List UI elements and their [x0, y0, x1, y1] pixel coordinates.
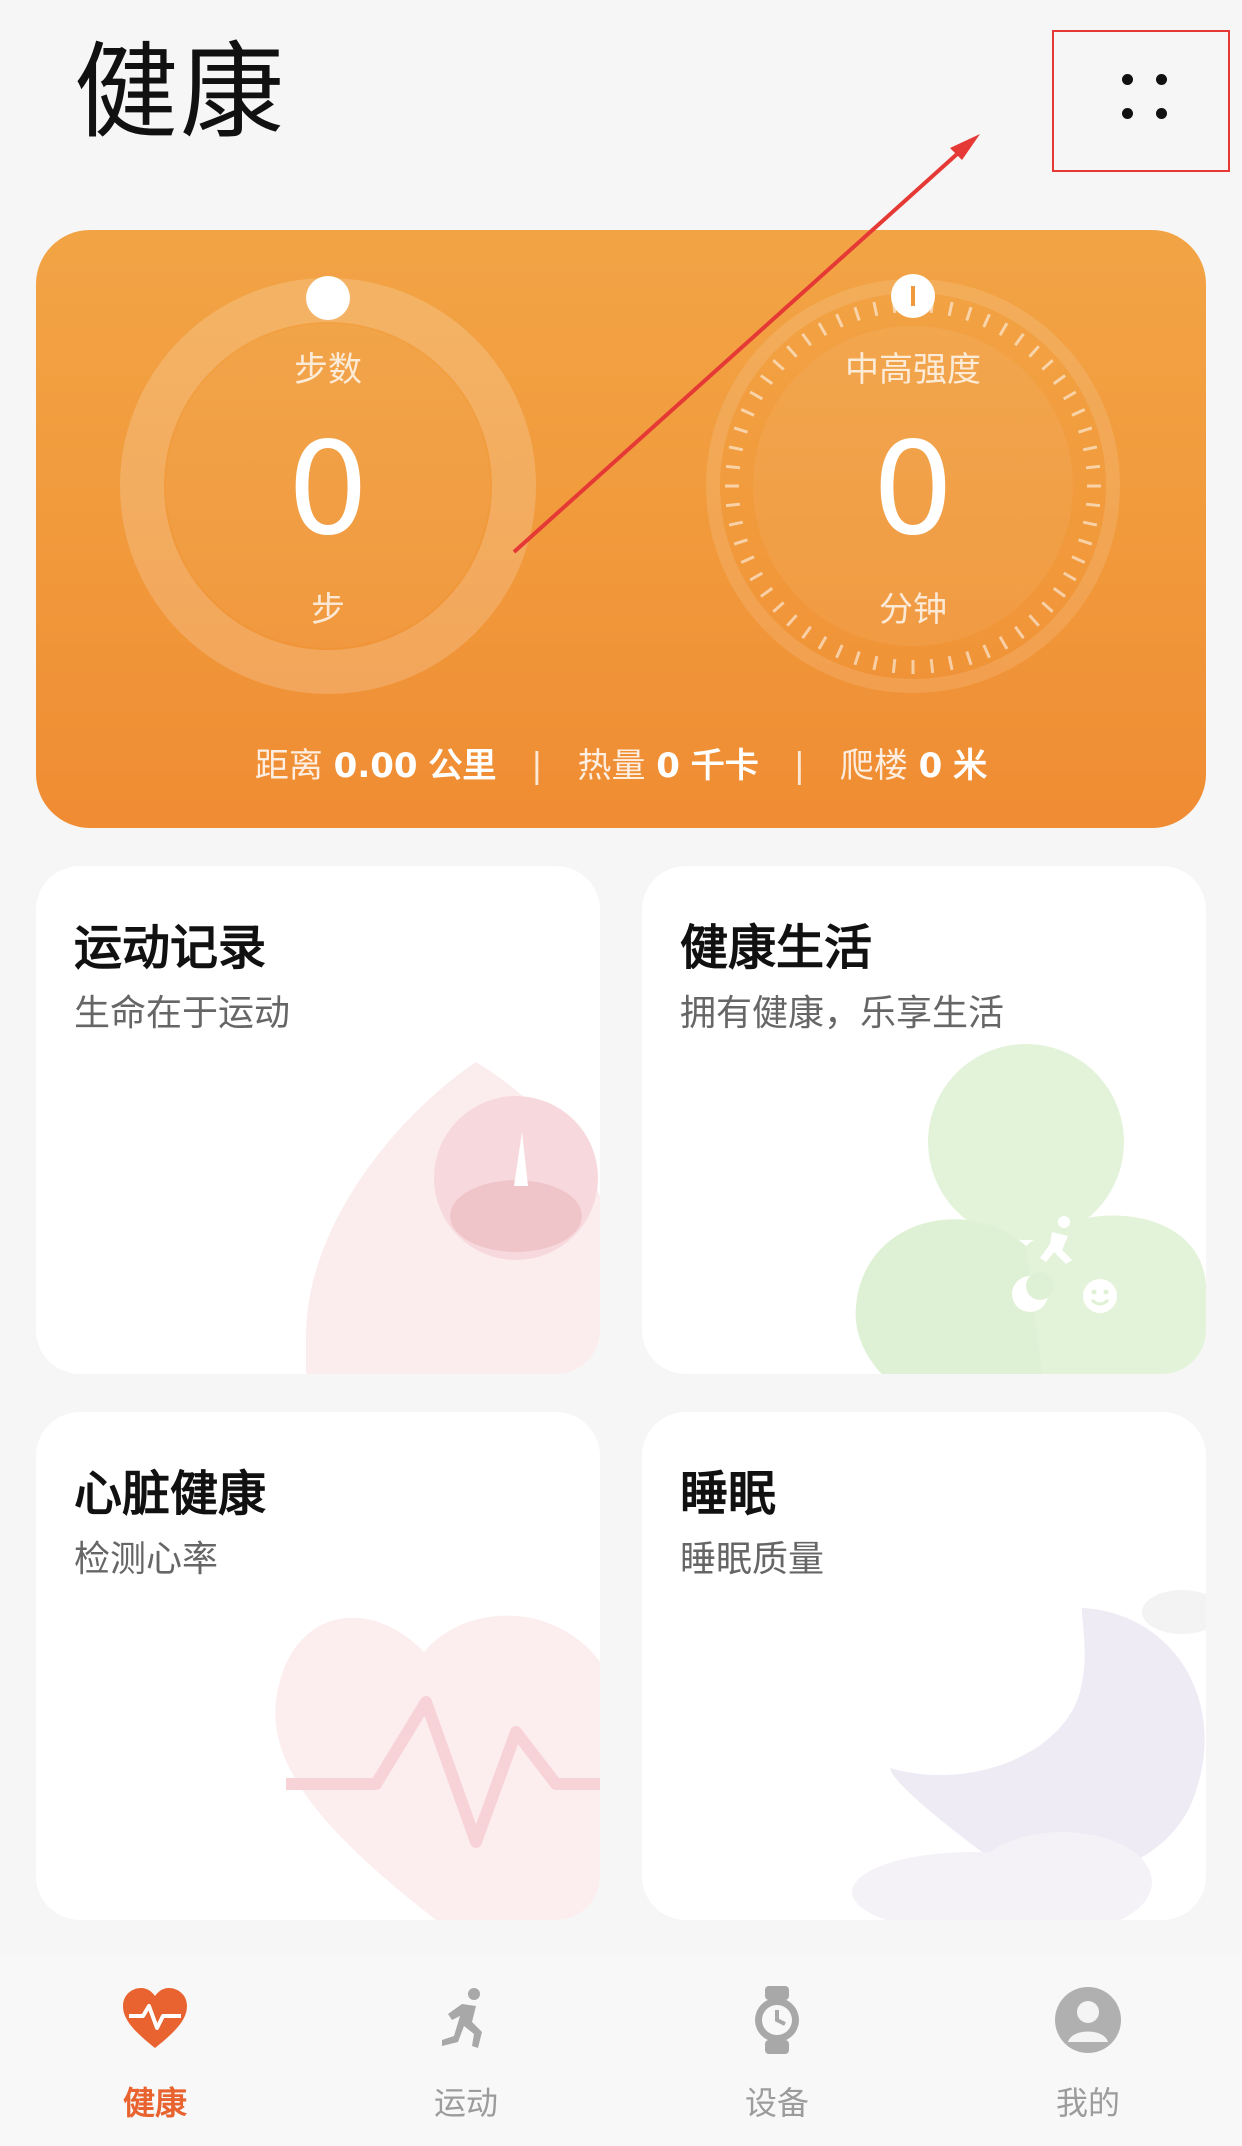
nav-label: 运动: [433, 2084, 498, 2122]
bottom-nav: 健康 运动 设备 我的: [0, 1956, 1242, 2146]
nav-tab-profile[interactable]: 我的: [988, 1986, 1188, 2126]
nav-tab-health[interactable]: 健康: [55, 1986, 255, 2126]
card-subtitle: 生命在于运动: [74, 993, 291, 1034]
dial-tick: [982, 313, 991, 328]
distance-label: 距离: [254, 746, 323, 786]
smile-icon: [1083, 1279, 1117, 1313]
dial-tick: [947, 655, 954, 671]
activity-summary-card[interactable]: 步数 0 步 中高强度 0 分钟 距离 0.00 公里 | 热量 0 千卡 | …: [36, 230, 1206, 828]
card-healthy-living[interactable]: 健康生活 拥有健康，乐享生活: [642, 866, 1206, 1374]
dial-tick: [749, 571, 764, 582]
intensity-value: 0: [872, 415, 954, 564]
dial-tick: [733, 426, 748, 434]
dial-tick: [965, 306, 973, 321]
steps-unit: 步: [311, 590, 345, 630]
watch-icon: [755, 1986, 799, 2054]
nav-tab-exercise[interactable]: 运动: [366, 1986, 566, 2126]
card-subtitle: 拥有健康，乐享生活: [680, 993, 1005, 1034]
card-subtitle: 睡眠质量: [680, 1539, 825, 1580]
floors-label: 爬楼: [839, 746, 908, 786]
dial-tick: [872, 301, 879, 317]
floors-value: 0: [918, 746, 943, 786]
calories-label: 热量: [577, 746, 646, 786]
dial-tick: [1078, 538, 1093, 546]
dial-tick: [1078, 426, 1093, 434]
dial-tick: [1085, 464, 1101, 470]
calories-value: 0: [656, 746, 680, 786]
card-sleep[interactable]: 睡眠 睡眠质量: [642, 1412, 1206, 1920]
dial-tick: [965, 651, 973, 666]
distance-value: 0.00: [333, 746, 418, 786]
dial-tick: [728, 520, 744, 527]
heart-pulse-icon: [123, 1988, 187, 2048]
dial-tick: [733, 538, 748, 546]
steps-value: 0: [287, 415, 369, 564]
card-title: 睡眠: [680, 1466, 777, 1522]
stats-divider: |: [531, 746, 543, 786]
card-subtitle: 检测心率: [74, 1539, 219, 1580]
activity-stats: 距离 0.00 公里 | 热量 0 千卡 | 爬楼 0 米: [36, 738, 1206, 787]
nav-tab-devices[interactable]: 设备: [677, 1986, 877, 2126]
dial-tick: [740, 408, 755, 417]
page-title: 健康: [74, 31, 287, 153]
card-title: 健康生活: [680, 920, 873, 976]
dial-tick: [1082, 445, 1098, 452]
dial-tick: [982, 644, 991, 659]
dial-tick: [853, 306, 861, 321]
nav-label: 设备: [744, 2084, 809, 2122]
floors-unit: 米: [953, 746, 988, 786]
card-title: 心脏健康: [74, 1466, 267, 1522]
dial-tick: [728, 445, 744, 452]
dial-tick: [929, 658, 935, 674]
card-exercise-records[interactable]: 运动记录 生命在于运动: [36, 866, 600, 1374]
nav-label: 我的: [1055, 2084, 1120, 2122]
dial-tick: [835, 313, 844, 328]
dial-tick: [998, 322, 1009, 337]
dial-tick: [1071, 555, 1086, 564]
calories-unit: 千卡: [690, 746, 759, 786]
steps-ring-handle: [306, 276, 350, 320]
stats-divider: |: [793, 746, 806, 786]
more-dots-icon[interactable]: [1108, 64, 1180, 128]
distance-unit: 公里: [428, 746, 497, 786]
dial-tick: [817, 322, 828, 337]
dial-tick: [1062, 390, 1077, 401]
card-title: 运动记录: [74, 920, 267, 976]
dial-tick: [1085, 502, 1101, 508]
steps-label: 步数: [294, 350, 362, 390]
card-heart-health[interactable]: 心脏健康 检测心率: [36, 1412, 600, 1920]
intensity-unit: 分钟: [879, 590, 947, 630]
dial-tick: [725, 502, 741, 508]
profile-icon: [1055, 1987, 1121, 2053]
dial-tick: [740, 555, 755, 564]
nav-label: 健康: [122, 2084, 187, 2122]
dial-tick: [749, 390, 764, 401]
dial-tick: [1062, 571, 1077, 582]
running-icon: [442, 1988, 482, 2048]
dial-tick: [853, 651, 861, 666]
dial-tick: [998, 635, 1009, 650]
dial-tick: [947, 301, 954, 317]
dial-tick: [725, 464, 741, 470]
dial-tick: [891, 658, 897, 674]
intensity-label: 中高强度: [845, 350, 981, 390]
dial-tick: [1082, 520, 1098, 527]
dial-tick: [817, 635, 828, 650]
dial-tick: [872, 655, 879, 671]
dial-tick: [835, 644, 844, 659]
dial-tick: [1071, 408, 1086, 417]
